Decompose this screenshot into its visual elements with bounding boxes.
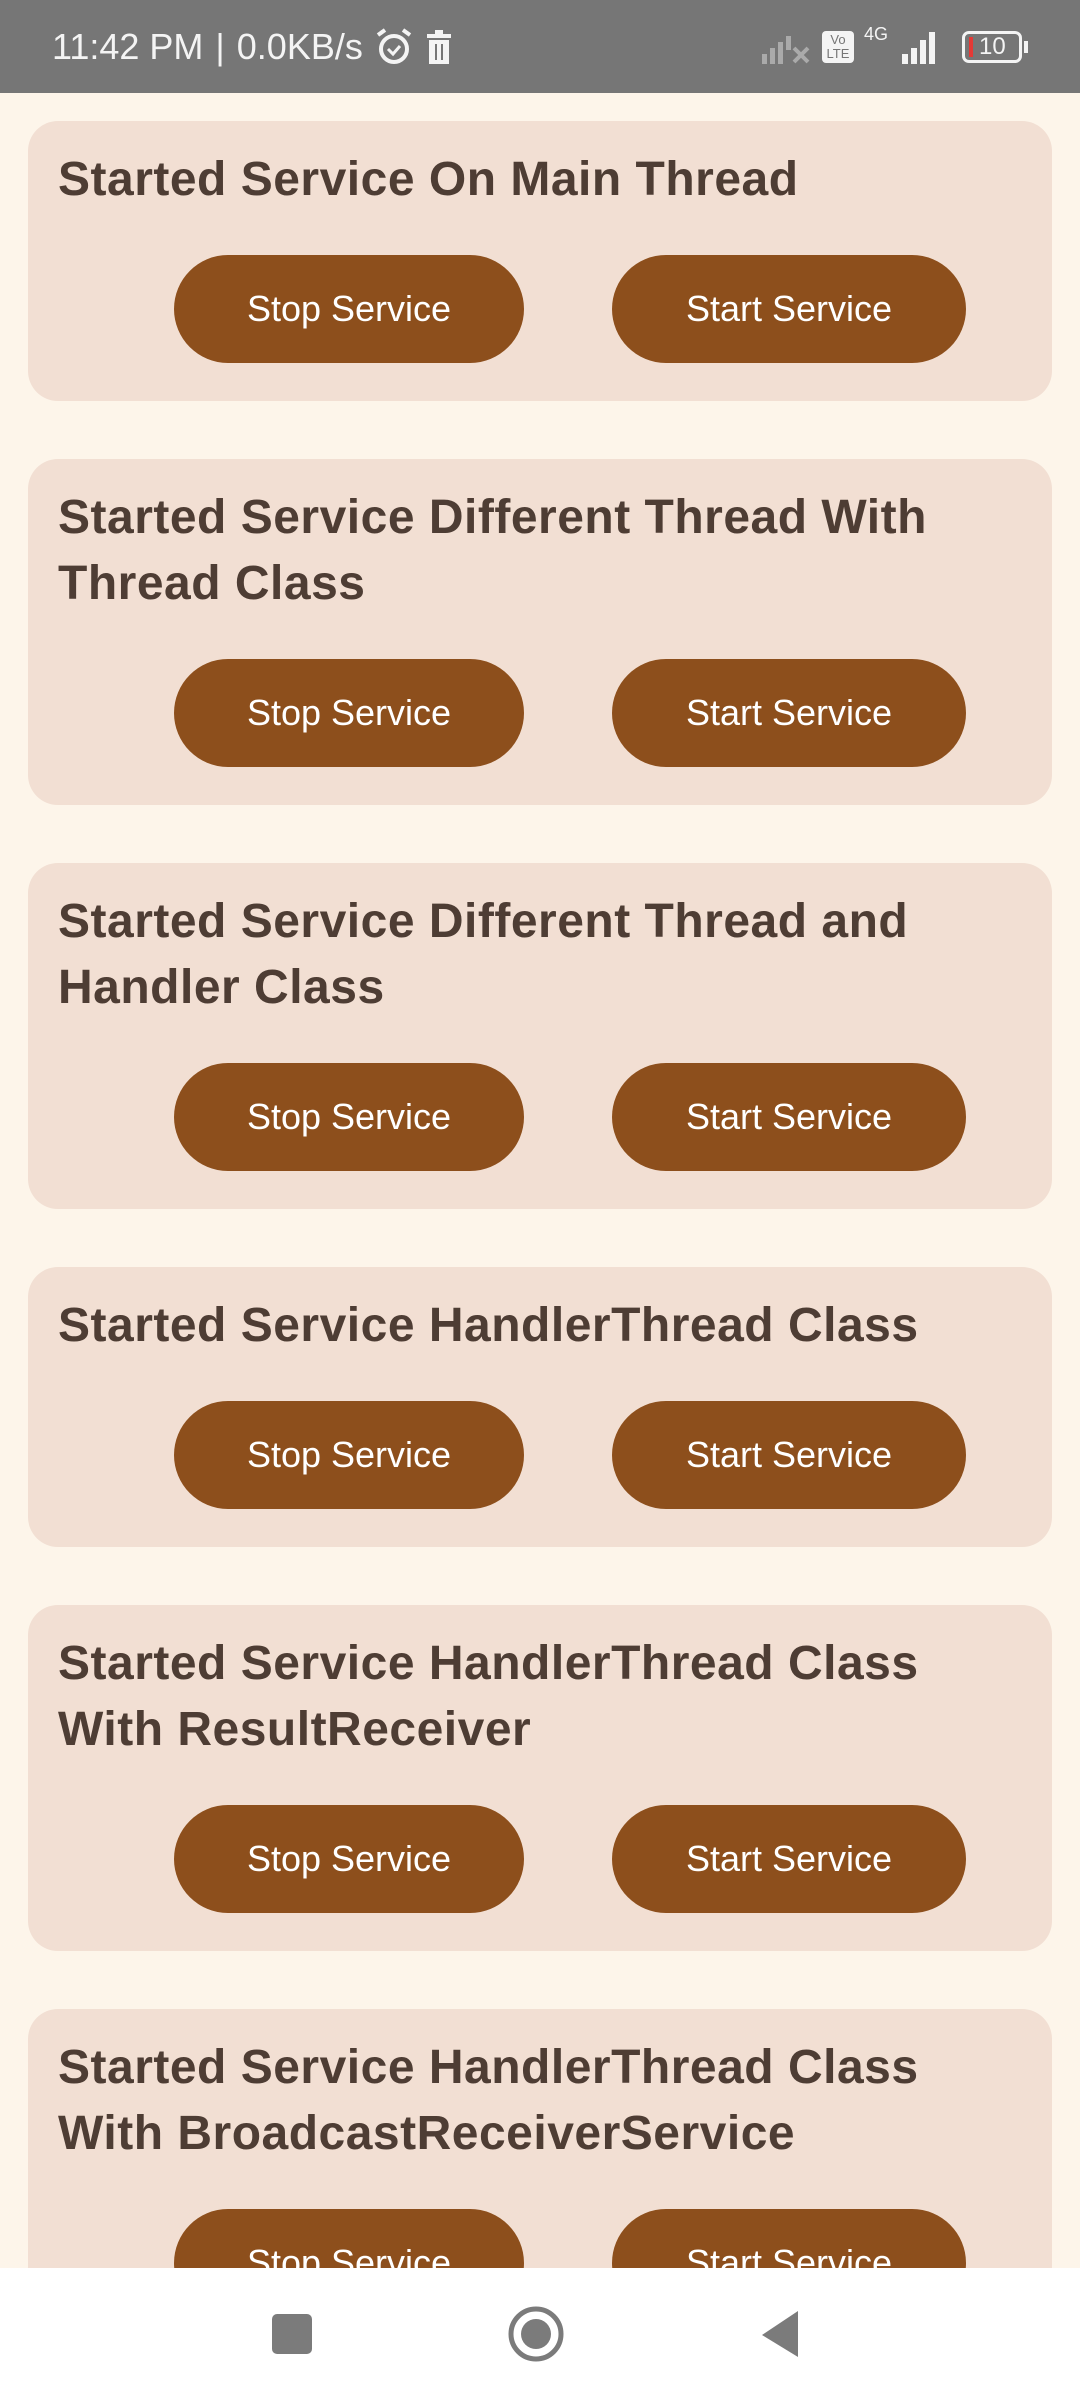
- service-card-handler-class: Started Service Different Thread and Han…: [28, 863, 1052, 1209]
- start-service-button[interactable]: Start Service: [612, 255, 966, 363]
- home-icon[interactable]: [508, 2306, 564, 2362]
- signal-sim2-icon: [902, 31, 935, 64]
- start-service-button[interactable]: Start Service: [612, 1401, 966, 1509]
- status-bar: 11:42 PM | 0.0KB/s Vo LTE 4G 10: [0, 0, 1080, 93]
- service-card-broadcast-receiver: Started Service HandlerThread Class With…: [28, 2009, 1052, 2268]
- network-speed: 0.0KB/s: [236, 25, 363, 67]
- stop-service-button[interactable]: Stop Service: [174, 659, 524, 767]
- stop-service-button[interactable]: Stop Service: [174, 255, 524, 363]
- volte-icon: Vo LTE: [821, 30, 854, 63]
- separator: |: [215, 25, 225, 67]
- service-card-main-thread: Started Service On Main Thread Stop Serv…: [28, 121, 1052, 401]
- card-title: Started Service Different Thread and Han…: [58, 895, 909, 1014]
- stop-service-button[interactable]: Stop Service: [174, 1805, 524, 1913]
- battery-icon: 10: [962, 30, 1028, 63]
- network-type: 4G: [863, 23, 888, 44]
- service-card-thread-class: Started Service Different Thread With Th…: [28, 459, 1052, 805]
- navigation-bar: [0, 2268, 1080, 2400]
- stop-service-button[interactable]: Stop Service: [174, 1063, 524, 1171]
- card-title: Started Service HandlerThread Class With…: [58, 2041, 919, 2160]
- card-title: Started Service Different Thread With Th…: [58, 491, 927, 610]
- trash-icon: [426, 29, 451, 64]
- card-title: Started Service HandlerThread Class With…: [58, 1637, 919, 1756]
- signal-sim1-icon: [761, 35, 810, 64]
- recents-icon[interactable]: [272, 2314, 312, 2354]
- service-card-result-receiver: Started Service HandlerThread Class With…: [28, 1605, 1052, 1951]
- start-service-button[interactable]: Start Service: [612, 1063, 966, 1171]
- stop-service-button[interactable]: Stop Service: [174, 1401, 524, 1509]
- battery-level: 10: [979, 32, 1006, 60]
- back-icon[interactable]: [760, 2311, 800, 2357]
- clock: 11:42 PM: [52, 25, 204, 67]
- start-service-button[interactable]: Start Service: [612, 659, 966, 767]
- service-list[interactable]: Started Service On Main Thread Stop Serv…: [0, 93, 1080, 2268]
- card-title: Started Service HandlerThread Class: [58, 1299, 919, 1352]
- service-card-handlerthread: Started Service HandlerThread Class Stop…: [28, 1267, 1052, 1547]
- start-service-button[interactable]: Start Service: [612, 2209, 966, 2268]
- alarm-icon: [376, 27, 412, 64]
- stop-service-button[interactable]: Stop Service: [174, 2209, 524, 2268]
- card-title: Started Service On Main Thread: [58, 153, 799, 206]
- start-service-button[interactable]: Start Service: [612, 1805, 966, 1913]
